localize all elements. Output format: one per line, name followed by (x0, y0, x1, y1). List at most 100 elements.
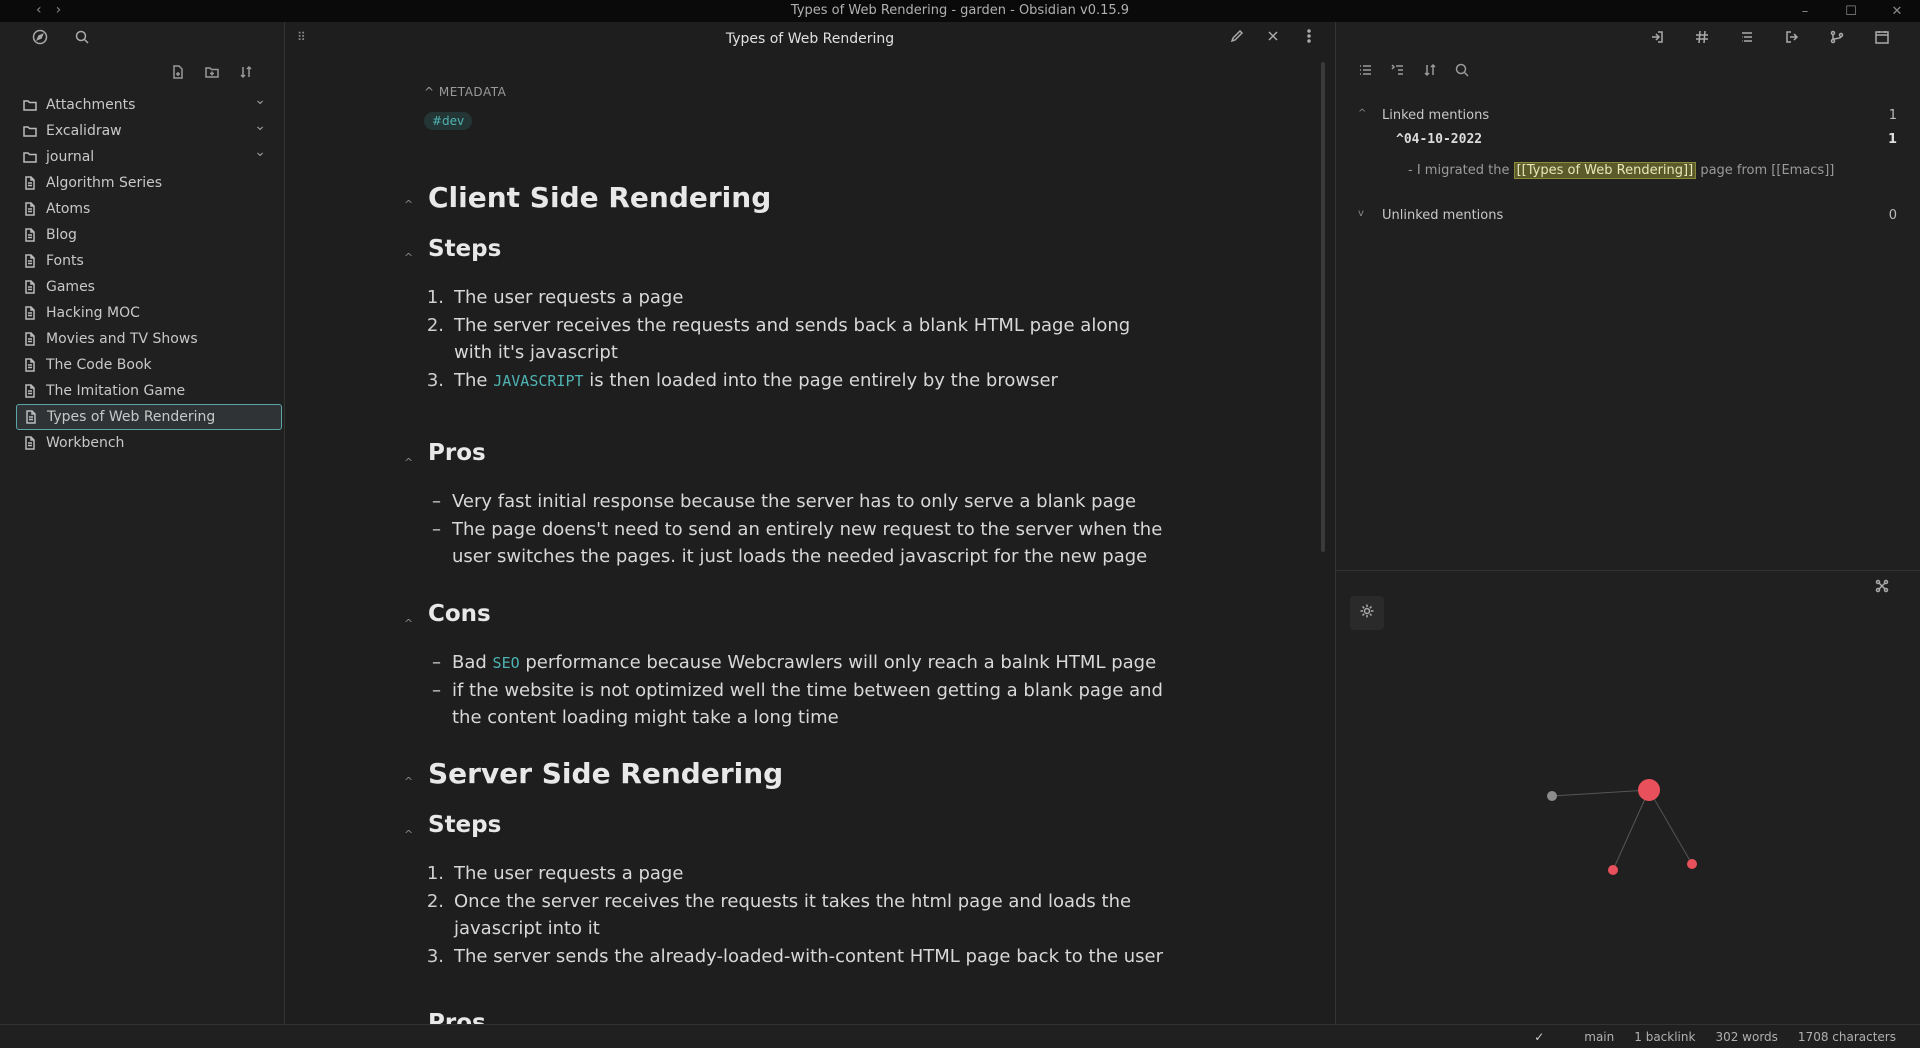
list-item: 1. The user requests a page (426, 863, 684, 884)
fold-chevron-icon[interactable]: ^ (404, 198, 413, 211)
file-item[interactable]: Atoms (16, 196, 282, 222)
fold-chevron-icon[interactable]: ^ (404, 251, 413, 264)
sort-icon[interactable] (238, 64, 254, 84)
graph-node-current[interactable] (1638, 779, 1660, 801)
maximize-icon[interactable]: ☐ (1828, 0, 1874, 22)
pane-divider[interactable] (1336, 570, 1920, 571)
editor-scrollbar[interactable] (1321, 62, 1325, 552)
close-icon[interactable] (1265, 28, 1281, 48)
file-icon (22, 227, 38, 243)
heading-cons: Cons (428, 601, 491, 627)
backlinks-icon[interactable] (1649, 29, 1665, 49)
backlink-file-title: ^04-10-2022 (1396, 132, 1483, 147)
tree-item-label: The Imitation Game (46, 383, 186, 399)
heading-client-side-rendering: Client Side Rendering (428, 181, 772, 214)
graph-view-icon[interactable] (1874, 578, 1890, 598)
compass-icon[interactable] (32, 29, 48, 49)
chevron-down-icon[interactable]: ⌄ (254, 144, 266, 160)
heading-pros: Pros (428, 440, 486, 466)
chevron-down-icon: v (1358, 208, 1364, 219)
backlink-count: 1 backlink (1634, 1029, 1696, 1044)
graph-node[interactable] (1547, 791, 1557, 801)
file-item[interactable]: Blog (16, 222, 282, 248)
file-icon (22, 279, 38, 295)
tags-icon[interactable] (1694, 29, 1710, 49)
git-icon[interactable] (1829, 29, 1845, 49)
right-sidebar: ^ Linked mentions 1 ^04-10-2022 1 - I mi… (1335, 22, 1920, 1024)
editor-actions (1229, 28, 1317, 48)
tree-item-label: Types of Web Rendering (47, 409, 216, 425)
more-options-icon[interactable] (1301, 28, 1317, 48)
git-branch[interactable]: main (1584, 1030, 1614, 1044)
file-icon (23, 409, 39, 425)
file-explorer: Attachments ⌄ Excalidraw ⌄ journal ⌄ Algorithm… (0, 22, 285, 1024)
right-sidebar-tabs (1336, 22, 1920, 56)
explorer-actions (0, 56, 284, 92)
editor-pane: ⠿ Types of Web Rendering ^ METADATA #dev… (285, 22, 1335, 1040)
list-item: – Very fast initial response because the … (432, 491, 1137, 512)
note-title: Types of Web Rendering (725, 31, 895, 47)
file-item[interactable]: Movies and TV Shows (16, 326, 282, 352)
status-bar: ✓ main 1 backlink 302 words 1708 charact… (0, 1024, 1920, 1048)
backlinks-toolbar (1336, 56, 1920, 88)
edit-icon[interactable] (1229, 28, 1245, 48)
graph-node[interactable] (1608, 865, 1618, 875)
tag-dev[interactable]: #dev (424, 112, 473, 130)
inline-code: JAVASCRIPT (493, 372, 584, 390)
calendar-icon[interactable] (1874, 29, 1890, 49)
list-item: 1. The user requests a page (426, 287, 684, 308)
file-icon (22, 201, 38, 217)
search-icon[interactable] (1454, 62, 1470, 82)
metadata-header[interactable]: ^ METADATA (424, 85, 506, 99)
fold-chevron-icon[interactable]: ^ (404, 828, 413, 841)
tree-item-label: Movies and TV Shows (46, 331, 198, 347)
character-count: 1708 characters (1797, 1029, 1896, 1044)
folder-item[interactable]: journal ⌄ (16, 144, 282, 170)
sync-check-icon[interactable]: ✓ (1534, 1030, 1544, 1044)
file-item[interactable]: Types of Web Rendering (16, 404, 282, 430)
folder-item[interactable]: Attachments ⌄ (16, 92, 282, 118)
list-item: 2. Once the server receives the requests … (426, 891, 1132, 939)
window-title: Types of Web Rendering - garden - Obsidi… (790, 3, 1130, 18)
file-item[interactable]: Fonts (16, 248, 282, 274)
tree-item-label: Fonts (46, 253, 84, 269)
graph-edge (1551, 789, 1650, 797)
folder-item[interactable]: Excalidraw ⌄ (16, 118, 282, 144)
file-item[interactable]: Workbench (16, 430, 282, 456)
file-item[interactable]: Hacking MOC (16, 300, 282, 326)
chevron-down-icon[interactable]: ⌄ (254, 92, 266, 108)
close-window-icon[interactable]: ✕ (1874, 0, 1920, 22)
list-item: – The page doens't need to send an entire… (432, 519, 1163, 567)
file-icon (22, 383, 38, 399)
minimize-icon[interactable]: – (1782, 0, 1828, 22)
word-count: 302 words (1715, 1029, 1778, 1044)
outline-icon[interactable] (1739, 29, 1755, 49)
file-item[interactable]: The Imitation Game (16, 378, 282, 404)
collapse-results-icon[interactable] (1358, 62, 1374, 82)
editor-header: ⠿ Types of Web Rendering (285, 22, 1335, 56)
list-item: 2. The server receives the requests and s… (426, 315, 1131, 363)
list-item: 3. The server sends the already-loaded-wi… (426, 946, 1164, 967)
outgoing-links-icon[interactable] (1784, 29, 1800, 49)
fold-chevron-icon[interactable]: ^ (404, 617, 413, 630)
search-icon[interactable] (74, 29, 90, 49)
drag-handle-icon[interactable]: ⠿ (297, 30, 306, 44)
folder-icon (22, 149, 38, 165)
local-graph[interactable] (1336, 612, 1920, 992)
file-item[interactable]: Games (16, 274, 282, 300)
new-note-icon[interactable] (170, 64, 186, 84)
chevron-down-icon[interactable]: ⌄ (254, 118, 266, 134)
highlighted-link: [[Types of Web Rendering]] (1513, 162, 1697, 179)
show-context-icon[interactable] (1390, 62, 1406, 82)
fold-chevron-icon[interactable]: ^ (404, 456, 413, 469)
heading-server-side-rendering: Server Side Rendering (428, 757, 784, 790)
sort-icon[interactable] (1422, 62, 1438, 82)
tree-item-label: Hacking MOC (46, 305, 140, 321)
tree-item-label: Games (46, 279, 95, 295)
tree-item-label: Workbench (46, 435, 125, 451)
fold-chevron-icon[interactable]: ^ (404, 775, 413, 788)
file-item[interactable]: Algorithm Series (16, 170, 282, 196)
file-item[interactable]: The Code Book (16, 352, 282, 378)
new-folder-icon[interactable] (204, 64, 220, 84)
graph-node[interactable] (1687, 859, 1697, 869)
